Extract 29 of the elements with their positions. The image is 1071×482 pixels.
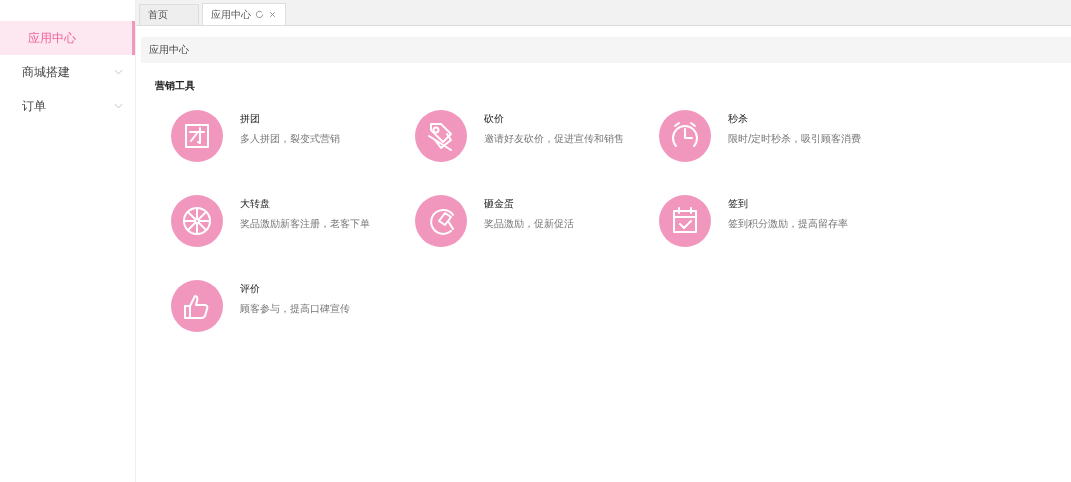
tool-name[interactable]: 秒杀: [728, 112, 748, 126]
alarm-clock-icon[interactable]: [659, 110, 711, 162]
tab[interactable]: 首页: [139, 4, 199, 25]
thumbs-up-icon[interactable]: [171, 280, 223, 332]
tool-name[interactable]: 签到: [728, 197, 748, 211]
calendar-check-icon[interactable]: [659, 195, 711, 247]
tool-name[interactable]: 砍价: [484, 112, 504, 126]
breadcrumb: 应用中心: [149, 43, 189, 57]
tool-description: 奖品激励，促新促活: [484, 217, 574, 231]
tool-description: 奖品激励新客注册，老客下单: [240, 217, 370, 231]
tool-name[interactable]: 拼团: [240, 112, 260, 126]
tag-icon[interactable]: [415, 110, 467, 162]
tool-name[interactable]: 砸金蛋: [484, 197, 514, 211]
sidebar-item[interactable]: 订单: [0, 89, 135, 123]
close-icon[interactable]: [268, 10, 277, 19]
refresh-icon[interactable]: [255, 10, 264, 19]
tab[interactable]: 应用中心: [202, 3, 286, 25]
egg-hammer-icon[interactable]: [415, 195, 467, 247]
tool-description: 签到积分激励，提高留存率: [728, 217, 848, 231]
tool-description: 邀请好友砍价，促进宣传和销售: [484, 132, 624, 146]
section-title: 营销工具: [155, 79, 195, 93]
tool-description: 限时/定时秒杀，吸引顾客消费: [728, 132, 862, 146]
wheel-icon[interactable]: [171, 195, 223, 247]
tool-description: 顾客参与，提高口碑宣传: [240, 302, 350, 316]
tool-description: 多人拼团，裂变式营销: [240, 132, 340, 146]
tool-name[interactable]: 评价: [240, 282, 260, 296]
tool-name[interactable]: 大转盘: [240, 197, 270, 211]
square-character-icon[interactable]: [171, 110, 223, 162]
sidebar-item[interactable]: 商城搭建: [0, 55, 135, 89]
